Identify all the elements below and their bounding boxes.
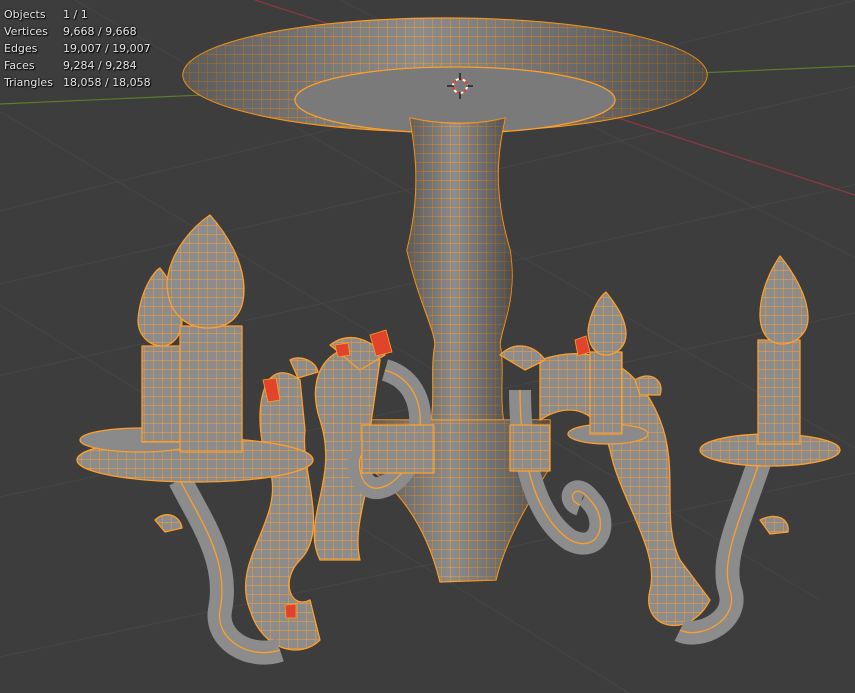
stat-value: 18,058 / 18,058 bbox=[63, 76, 151, 89]
3d-viewport[interactable]: Objects 1 / 1 Vertices 9,668 / 9,668 Edg… bbox=[0, 0, 855, 693]
stat-label: Triangles bbox=[4, 76, 53, 89]
3d-cursor-icon[interactable] bbox=[447, 73, 473, 99]
stat-value: 9,668 / 9,668 bbox=[63, 25, 137, 38]
stat-edges: Edges 19,007 / 19,007 bbox=[4, 40, 151, 57]
stat-label: Faces bbox=[4, 59, 35, 72]
stat-value: 19,007 / 19,007 bbox=[63, 42, 151, 55]
stat-value: 9,284 / 9,284 bbox=[63, 59, 137, 72]
chandelier-mesh[interactable] bbox=[76, 17, 841, 665]
stat-vertices: Vertices 9,668 / 9,668 bbox=[4, 23, 151, 40]
viewport-scene bbox=[0, 0, 855, 693]
stat-label: Objects bbox=[4, 8, 46, 21]
stat-faces: Faces 9,284 / 9,284 bbox=[4, 57, 151, 74]
stat-triangles: Triangles 18,058 / 18,058 bbox=[4, 74, 151, 91]
stat-label: Edges bbox=[4, 42, 38, 55]
stat-label: Vertices bbox=[4, 25, 48, 38]
stat-objects: Objects 1 / 1 bbox=[4, 6, 151, 23]
statistics-overlay: Objects 1 / 1 Vertices 9,668 / 9,668 Edg… bbox=[4, 6, 151, 91]
stat-value: 1 / 1 bbox=[63, 8, 88, 21]
